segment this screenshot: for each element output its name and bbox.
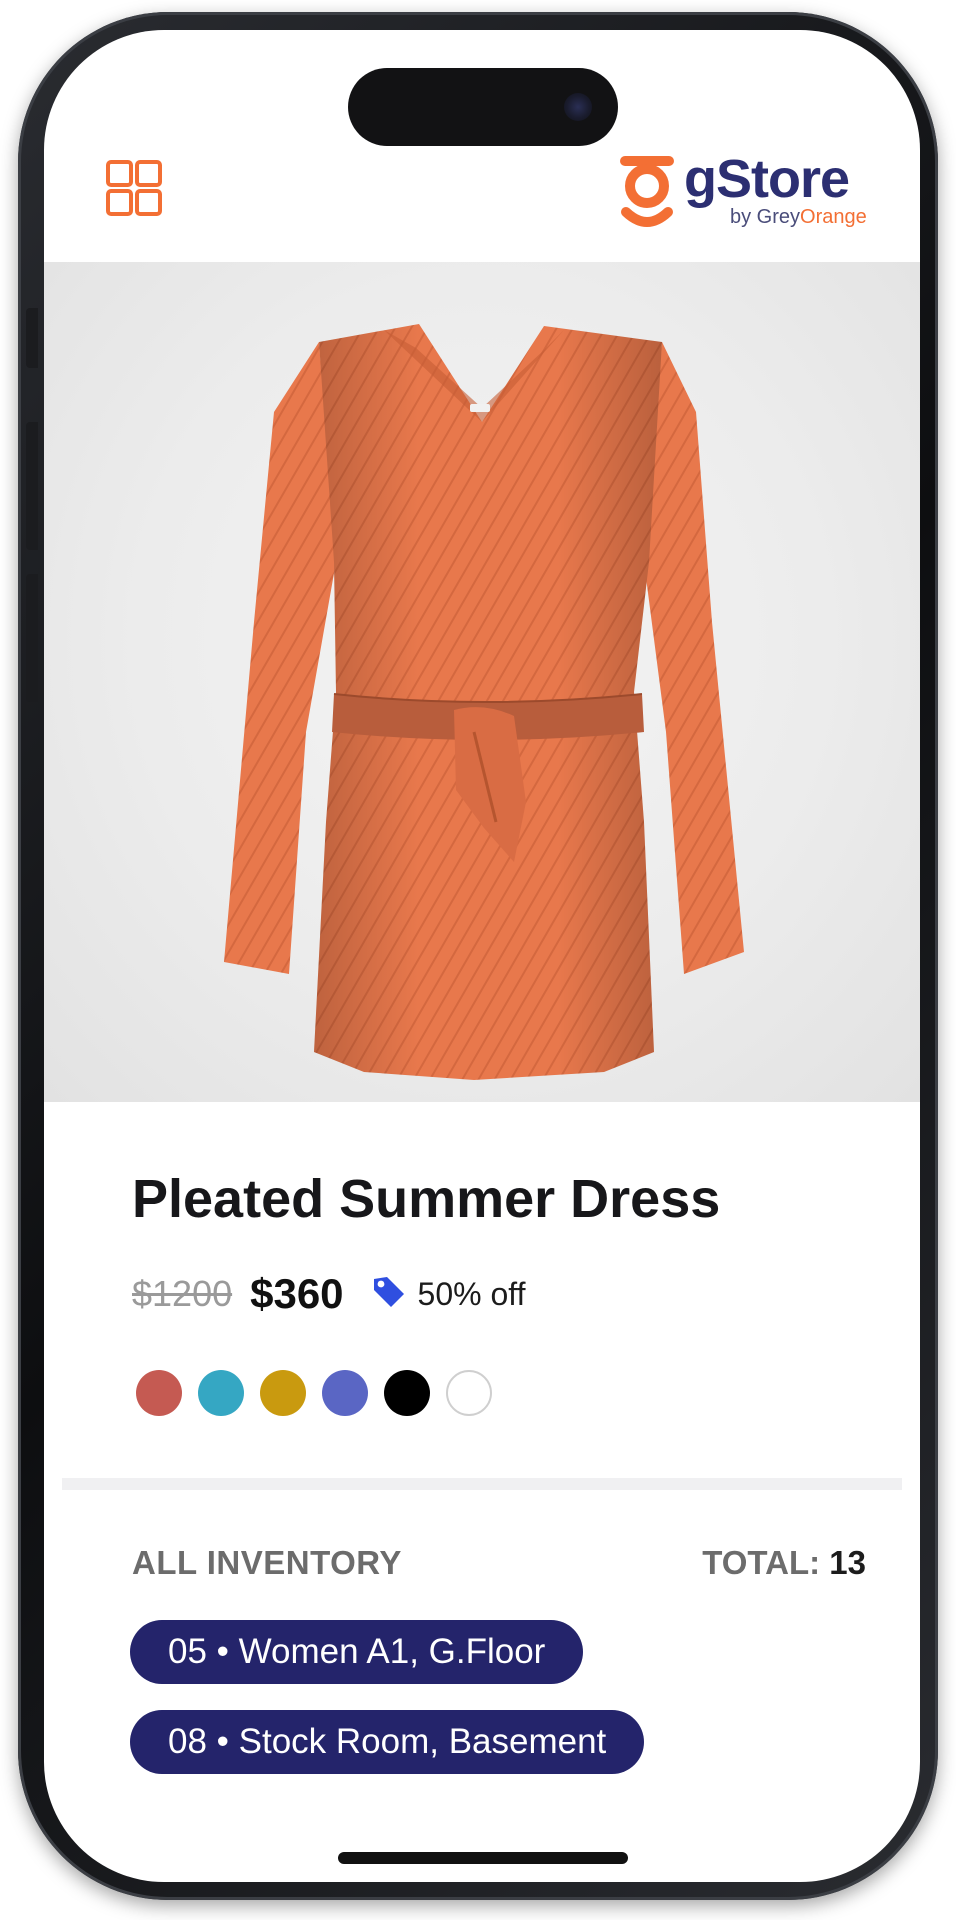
inventory-location-pill[interactable]: 08 • Stock Room, Basement [130, 1710, 645, 1774]
product-title: Pleated Summer Dress [132, 1169, 721, 1229]
color-swatch[interactable] [384, 1370, 430, 1416]
discount-label: 50% off [417, 1275, 526, 1312]
app-screenshot: gStore by GreyOrange Pleated Summer Dres… [0, 0, 956, 1920]
color-swatch[interactable] [198, 1370, 244, 1416]
sale-price: $360 [250, 1270, 344, 1317]
logo-sub-brand: Orange [800, 206, 867, 228]
tag-icon [370, 1273, 408, 1316]
inventory-heading: ALL INVENTORY [132, 1544, 402, 1581]
volume-down-button [26, 574, 38, 702]
home-indicator[interactable] [338, 1852, 628, 1864]
inventory-total: TOTAL: 13 [702, 1544, 866, 1582]
total-label: TOTAL: [702, 1544, 821, 1581]
dynamic-island [348, 68, 618, 146]
color-swatch[interactable] [260, 1370, 306, 1416]
section-divider [62, 1478, 902, 1490]
color-swatch[interactable] [446, 1370, 492, 1416]
logo-sub-prefix: by Grey [730, 206, 801, 228]
price-row: $1200 $360 50% off [132, 1266, 525, 1322]
logo-wordmark: gStore [684, 149, 850, 209]
total-value: 13 [829, 1544, 866, 1581]
inventory-location-pill[interactable]: 05 • Women A1, G.Floor [130, 1620, 584, 1684]
camera-icon [564, 93, 592, 121]
gstore-logo[interactable]: gStore by GreyOrange [618, 148, 878, 238]
color-swatches [136, 1370, 508, 1420]
gstore-logo-mark-icon [620, 156, 674, 227]
mute-switch [26, 308, 38, 368]
dress-illustration [224, 324, 744, 1080]
color-swatch[interactable] [136, 1370, 182, 1416]
product-image[interactable] [44, 262, 920, 1102]
original-price: $1200 [132, 1273, 233, 1314]
color-swatch[interactable] [322, 1370, 368, 1416]
app-screen: gStore by GreyOrange Pleated Summer Dres… [44, 30, 920, 1882]
grid-menu-icon[interactable] [106, 160, 166, 220]
volume-up-button [26, 422, 38, 550]
logo-subtitle: by GreyOrange [730, 206, 867, 229]
